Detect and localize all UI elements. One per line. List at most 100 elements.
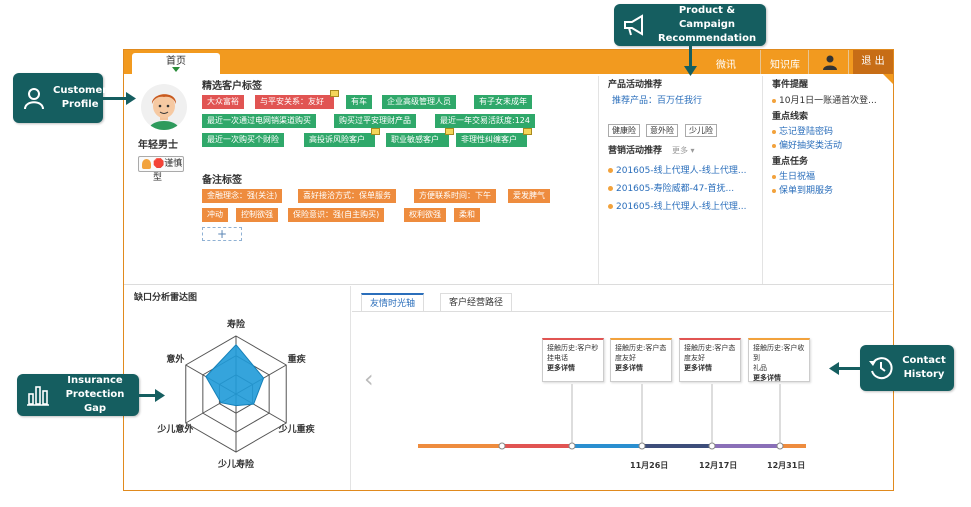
tag[interactable]: 企业高级管理人员 [382,95,456,109]
campaign-label: 201605-线上代理人-线上代理... [616,166,747,176]
card-line: 接触历史:客户秒 [547,344,599,352]
more-link[interactable]: 更多 ▾ [672,145,695,156]
collapse-icon[interactable] [883,74,893,84]
tasks-title: 重点任务 [772,157,809,167]
divider [762,76,763,284]
tag[interactable]: 方便联系时间：下午 [414,189,496,203]
tag[interactable]: 有车 [346,95,372,109]
tag-label: 非理性纠缠客户 [461,135,517,144]
arrow-left-icon [829,362,839,375]
card-line: 礼品 [753,364,767,372]
more-details-link[interactable]: 更多详情 [684,363,736,373]
callout-insurance-gap: Insurance Protection Gap [17,374,139,416]
bullet-icon [772,174,776,179]
tag[interactable]: 控制欲强 [236,208,278,222]
callout-text: Contact History [902,355,946,380]
tag[interactable]: 冲动 [202,208,228,222]
lead-item[interactable]: 忘记登陆密码 [772,124,833,137]
add-tag-button[interactable]: + [202,227,242,241]
tag[interactable]: 保险意识：强(自主购买) [288,208,385,222]
tab-timeline[interactable]: 友情时光轴 [361,293,425,311]
bar-chart-icon [27,386,49,406]
task-label: 生日祝福 [779,172,816,182]
more-details-link[interactable]: 更多详情 [615,363,667,373]
divider [598,76,599,284]
chevron-down-icon [172,67,180,72]
recommend-product-link[interactable]: 百万任我行 [657,96,702,106]
task-item[interactable]: 保单到期服务 [772,183,833,196]
prev-arrow-icon[interactable]: ‹ [364,365,374,393]
radar-area [205,343,265,407]
exit-button[interactable]: 退 出 [853,50,893,74]
campaign-item[interactable]: 201605-线上代理人-线上代理... [608,163,746,176]
more-details-link[interactable]: 更多详情 [753,373,805,383]
lead-label: 忘记登陆密码 [779,127,834,137]
tag[interactable]: 爱发脾气 [508,189,550,203]
customer-type-button[interactable]: 🛑谨慎型 [138,156,184,183]
badge-icon [371,128,380,135]
arrow-right-icon [126,92,136,105]
tag[interactable]: 喜好接洽方式：保单服务 [298,189,396,203]
arrow-down-icon [684,66,697,76]
more-details-link[interactable]: 更多详情 [547,363,599,373]
tab-customer-path[interactable]: 客户经营路径 [440,293,513,311]
tag[interactable]: 权利欲强 [404,208,446,222]
tag[interactable]: 最近一次购买个财险 [202,133,284,147]
card-line: 接触历史:客户收到 [753,344,805,362]
top-bar: 首页 微讯 知识库 退 出 [124,50,893,74]
tag[interactable]: 最近一次通过电网销渠道购买 [202,114,316,128]
tag[interactable]: 最近一年交易活跃度:124 [435,114,535,128]
tag[interactable]: 非理性纠缠客户 [456,128,532,147]
card-line: 挂电话 [547,354,568,362]
arrow-right-icon [155,389,165,402]
tag[interactable]: 与平安关系：友好 [255,90,339,109]
weixin-link[interactable]: 微讯 [716,56,736,71]
health-insurance-button[interactable]: 健康险 [608,124,640,137]
task-item[interactable]: 生日祝福 [772,169,815,182]
leads-title: 重点线索 [772,112,809,122]
divider [808,50,809,74]
product-title: 产品活动推荐 [608,80,663,90]
tag[interactable]: 柔和 [454,208,480,222]
tag[interactable]: 金融理念：强(关注) [202,189,283,203]
history-card[interactable]: 接触历史:客户态 度友好 更多详情 [610,338,672,382]
tag[interactable]: 有子女未成年 [474,95,532,109]
radar-axis-label: 寿险 [227,318,246,330]
tag[interactable]: 职业敏感客户 [386,128,454,147]
event-label: 10月1日一账通首次登... [779,96,877,106]
timeline [418,384,806,450]
card-line: 度友好 [615,354,636,362]
radar-axis-label: 重疾 [288,353,307,365]
tag[interactable]: 购买过平安理财产品 [334,114,416,128]
selected-tags-title: 精选客户标签 [202,81,262,92]
child-insurance-button[interactable]: 少儿险 [685,124,717,137]
history-clock-icon [869,357,893,380]
recommend-row: 推荐产品：百万任我行 [612,93,702,106]
card-line: 度友好 [684,354,705,362]
campaign-item[interactable]: 201605-寿险威都-47-首抚... [608,181,734,194]
radar-axis-label: 少儿意外 [156,423,193,435]
accident-insurance-button[interactable]: 意外险 [646,124,678,137]
divider [760,50,761,74]
bullet-icon [608,168,613,173]
bullet-icon [772,98,776,103]
badge-icon [330,90,339,97]
task-label: 保单到期服务 [779,186,834,196]
tab-home[interactable]: 首页 [132,53,220,74]
lead-item[interactable]: 偏好抽奖类活动 [772,138,842,151]
tag[interactable]: 高投诉风险客户 [304,128,380,147]
radar-axis-label: 少儿重疾 [278,423,316,435]
avatar [141,84,187,130]
agent-user-icon[interactable] [822,54,838,70]
callout-customer-profile: Customer Profile [13,73,107,123]
radar-axis-label: 少儿寿险 [217,458,255,470]
history-card[interactable]: 接触历史:客户秒 挂电话 更多详情 [542,338,604,382]
tab-home-label: 首页 [166,56,186,67]
tag-label: 职业敏感客户 [391,135,439,144]
knowledge-link[interactable]: 知识库 [770,56,800,71]
tag[interactable]: 大众富裕 [202,95,244,109]
history-card[interactable]: 接触历史:客户收到 礼品 更多详情 [748,338,810,382]
campaign-item[interactable]: 201605-线上代理人-线上代理... [608,199,746,212]
history-card[interactable]: 接触历史:客户态 度友好 更多详情 [679,338,741,382]
event-item[interactable]: 10月1日一账通首次登... [772,93,877,106]
